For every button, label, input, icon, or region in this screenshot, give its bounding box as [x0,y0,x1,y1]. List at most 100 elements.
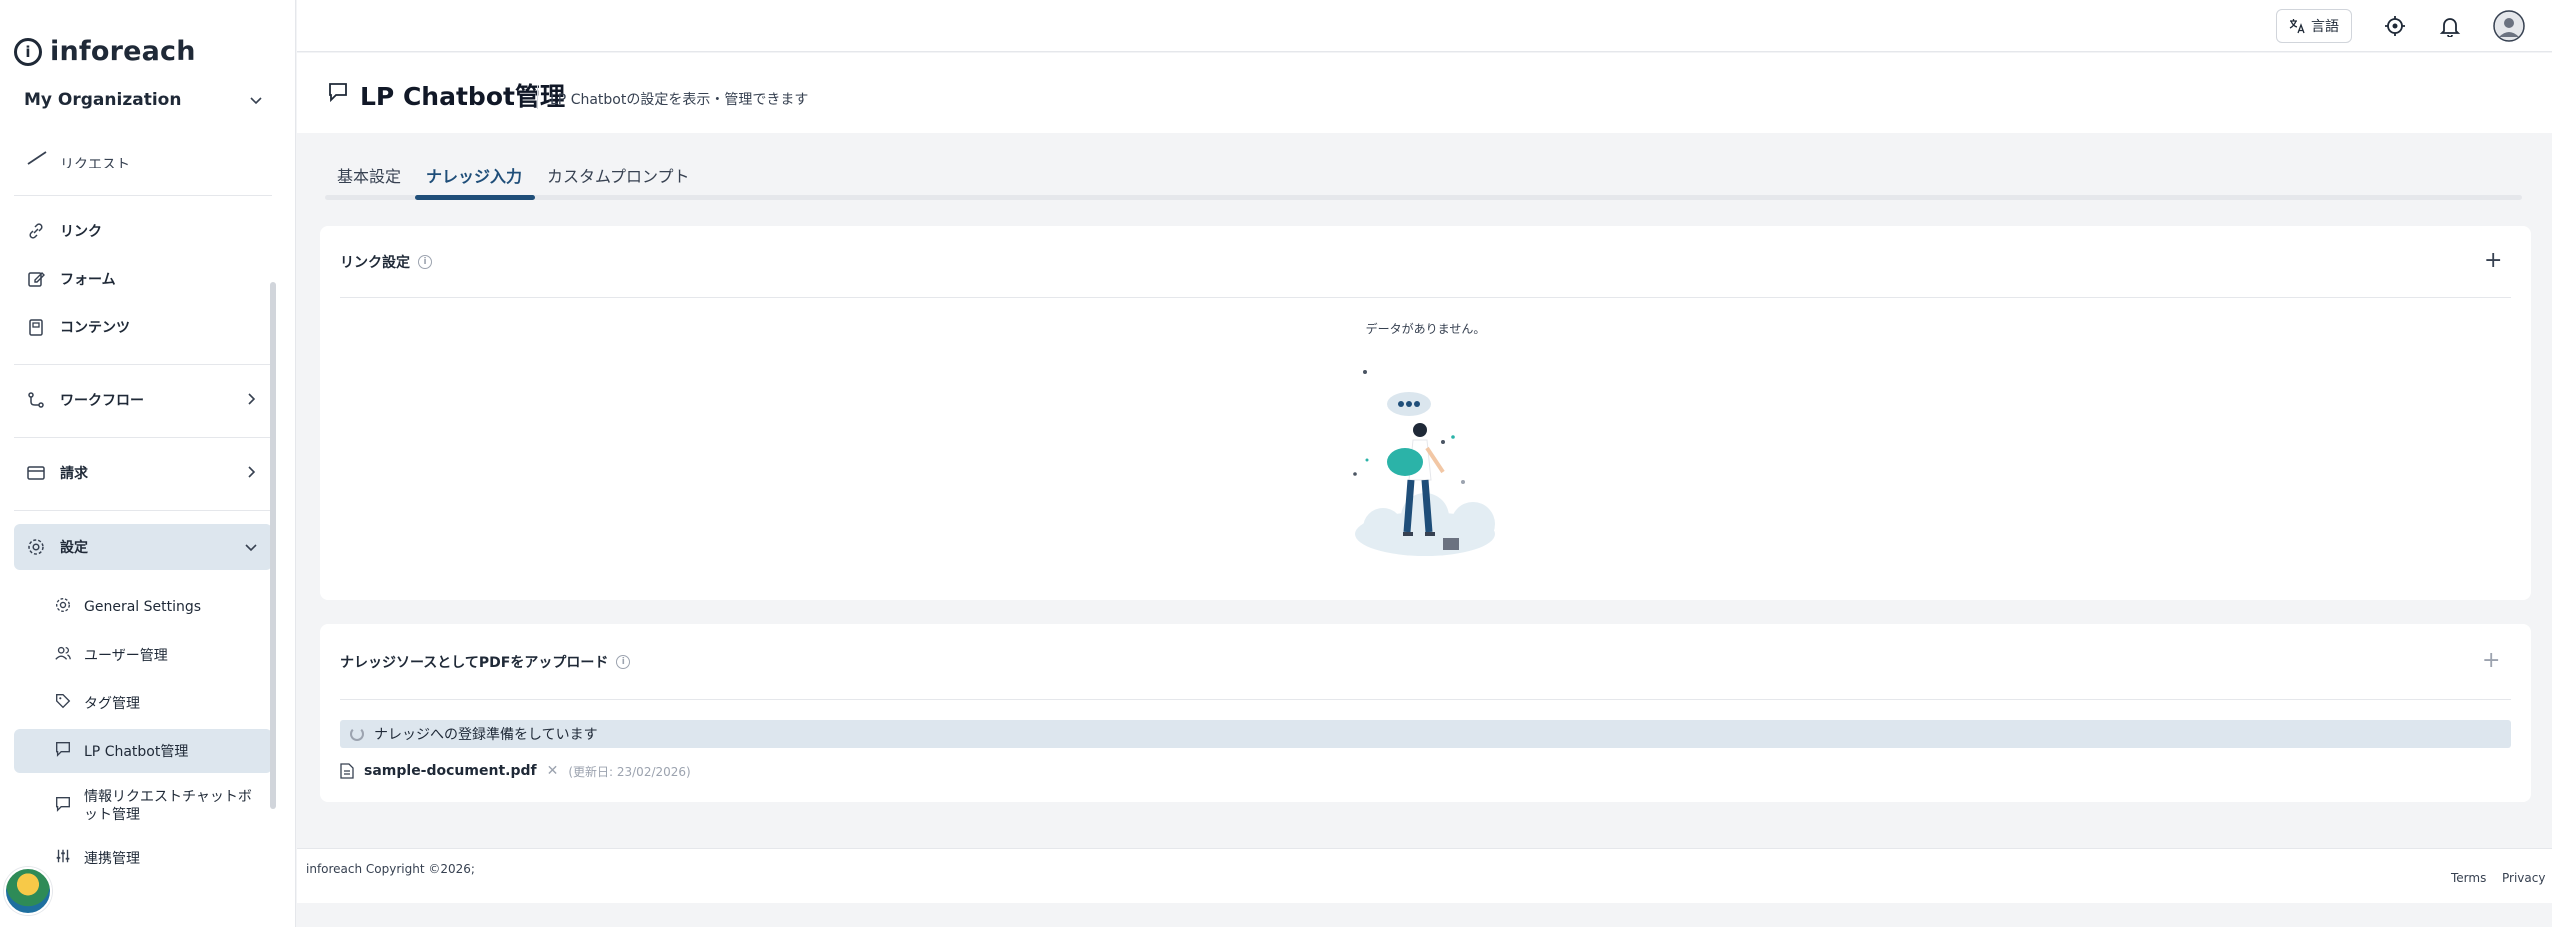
tab-custom-prompt[interactable]: カスタムプロンプト [547,163,690,187]
page-subtitle: LP Chatbotの設定を表示・管理できます [550,92,809,108]
pdf-upload-card: ナレッジソースとしてPDFをアップロード i + ナレッジへの登録準備をしていま… [320,624,2531,802]
pdf-upload-title: ナレッジソースとしてPDFをアップロード i [340,652,631,672]
sidebar-subitem-label: タグ管理 [84,696,140,712]
privacy-link[interactable]: Privacy [2502,871,2545,885]
copyright-text: inforeach Copyright ©2026; [306,862,475,876]
logo-icon: i [14,37,42,66]
tab-basic-settings[interactable]: 基本設定 [337,163,401,187]
sidebar-subitem-integrations[interactable]: 連携管理 [14,838,272,878]
empty-state-illustration [1353,370,1495,556]
sidebar-subitem-general-settings[interactable]: General Settings [14,586,272,628]
upload-status-bar: ナレッジへの登録準備をしています [340,720,2511,748]
file-updated-date: (更新日: 23/02/2026) [568,764,691,779]
add-link-button[interactable]: + [2484,250,2502,272]
chevron-down-icon [250,97,262,105]
sidebar-item-form[interactable]: フォーム [14,259,272,299]
chat-icon [54,795,72,817]
tab-track [325,195,2522,200]
organization-name: My Organization [24,90,182,110]
sidebar-subitem-users[interactable]: ユーザー管理 [14,634,272,676]
terms-link[interactable]: Terms [2451,871,2486,885]
bell-icon[interactable] [2438,14,2462,38]
sidebar-subitem-tags[interactable]: タグ管理 [14,682,272,724]
page-title: LP Chatbot管理 [360,82,565,111]
gear-icon [54,596,72,618]
sidebar-divider [14,437,272,438]
user-avatar[interactable] [2493,10,2525,42]
users-icon [54,644,72,666]
organization-switcher[interactable]: My Organization [24,86,264,114]
brand-name: inforeach [50,36,196,67]
tab-knowledge-input[interactable]: ナレッジ入力 [426,163,522,187]
sidebar-subitem-label: 連携管理 [84,851,140,867]
sidebar-subitem-label: ユーザー管理 [84,648,168,664]
add-pdf-button[interactable]: + [2482,650,2500,672]
tag-icon [54,692,72,714]
upload-status-text: ナレッジへの登録準備をしています [374,727,598,743]
language-button[interactable]: 言語 [2276,9,2352,43]
sidebar-subitem-info-request-chatbot[interactable]: 情報リクエストチャットボット管理 [14,780,272,832]
sidebar-item-label: 設定 [60,540,88,556]
sidebar-item-label: フォーム [60,272,116,288]
sidebar: i inforeach My Organization リクエスト リンク フォ… [0,0,296,927]
sidebar-divider [14,510,272,511]
uploaded-file-row: sample-document.pdf ✕ (更新日: 23/02/2026) [340,760,691,782]
sidebar-item-label: リンク [60,224,102,240]
empty-state-text: データがありません。 [1365,322,1486,336]
chevron-down-icon [245,544,257,552]
card-divider [340,297,2511,298]
card-title-text: リンク設定 [340,255,410,271]
sidebar-divider [14,195,272,196]
sidebar-subitem-label: LP Chatbot管理 [84,744,189,760]
tab-active-indicator [415,195,535,200]
file-icon [340,763,354,779]
translate-icon [2289,19,2305,34]
language-label: 言語 [2311,19,2339,35]
sidebar-item-content[interactable]: コンテンツ [14,307,272,347]
location-icon[interactable] [2383,14,2407,38]
sliders-icon [54,847,72,869]
sidebar-item-billing[interactable]: 請求 [14,453,272,493]
sidebar-subitem-lp-chatbot[interactable]: LP Chatbot管理 [14,729,272,773]
info-icon[interactable]: i [418,255,432,269]
user-avatar-bottom[interactable] [4,867,52,915]
send-icon [27,151,47,165]
info-icon[interactable]: i [616,655,631,669]
document-icon [26,317,46,337]
edit-icon [26,269,46,289]
chat-icon [329,83,347,103]
card-title-text: ナレッジソースとしてPDFをアップロード [340,655,609,671]
page-footer: inforeach Copyright ©2026; Terms Privacy [297,848,2552,903]
title-separator [537,85,538,109]
remove-file-icon[interactable]: ✕ [547,763,559,779]
link-settings-title: リンク設定 i [340,252,432,272]
page-header: LP Chatbot管理 LP Chatbotの設定を表示・管理できます [297,53,2552,133]
sidebar-item-label: コンテンツ [60,320,130,336]
tab-bar: 基本設定 ナレッジ入力 カスタムプロンプト [325,155,2522,201]
sidebar-item-label: 請求 [60,466,88,482]
chevron-right-icon [248,393,256,405]
file-name[interactable]: sample-document.pdf [364,763,537,779]
sidebar-scrollbar[interactable] [270,282,276,809]
sidebar-item-label: リクエスト [60,157,130,168]
chat-icon [54,740,72,762]
avatar-icon [2493,10,2525,42]
workflow-icon [26,390,46,410]
sidebar-subitem-label: General Settings [84,599,202,615]
sidebar-item-settings[interactable]: 設定 [14,524,272,570]
sidebar-divider [14,364,272,365]
chevron-right-icon [248,466,256,478]
gear-icon [26,537,46,557]
link-icon [26,221,46,241]
card-icon [26,463,46,483]
sidebar-item-workflow[interactable]: ワークフロー [14,380,272,420]
sidebar-item-label: ワークフロー [60,393,144,409]
sidebar-item-link[interactable]: リンク [14,211,272,251]
sidebar-item-request-partial[interactable]: リクエスト [22,148,262,168]
top-header: 言語 [297,0,2552,52]
loading-spinner-icon [350,727,364,741]
brand-logo[interactable]: i inforeach [14,36,196,67]
sidebar-subitem-label: 情報リクエストチャットボット管理 [84,789,252,823]
link-settings-card: リンク設定 i + データがありません。 [320,226,2531,600]
card-divider [340,699,2511,700]
